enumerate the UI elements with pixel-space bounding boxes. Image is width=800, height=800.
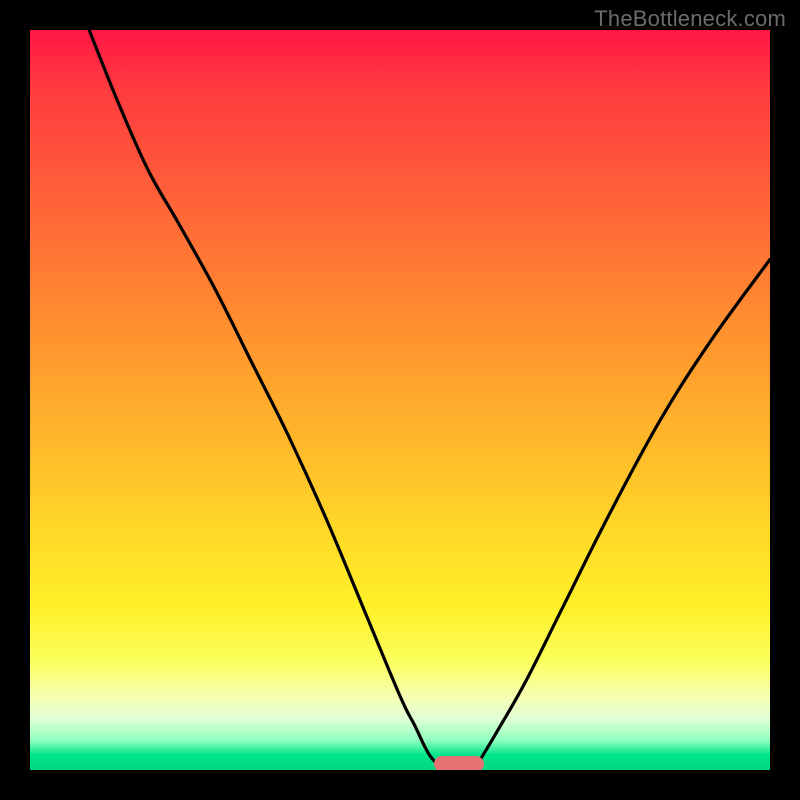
chart-stage: TheBottleneck.com <box>0 0 800 800</box>
plot-area <box>30 30 770 770</box>
left-curve-path <box>89 30 444 770</box>
right-curve-path <box>474 259 770 770</box>
curve-layer <box>30 30 770 770</box>
watermark-text: TheBottleneck.com <box>594 6 786 32</box>
bottleneck-marker <box>434 756 484 770</box>
